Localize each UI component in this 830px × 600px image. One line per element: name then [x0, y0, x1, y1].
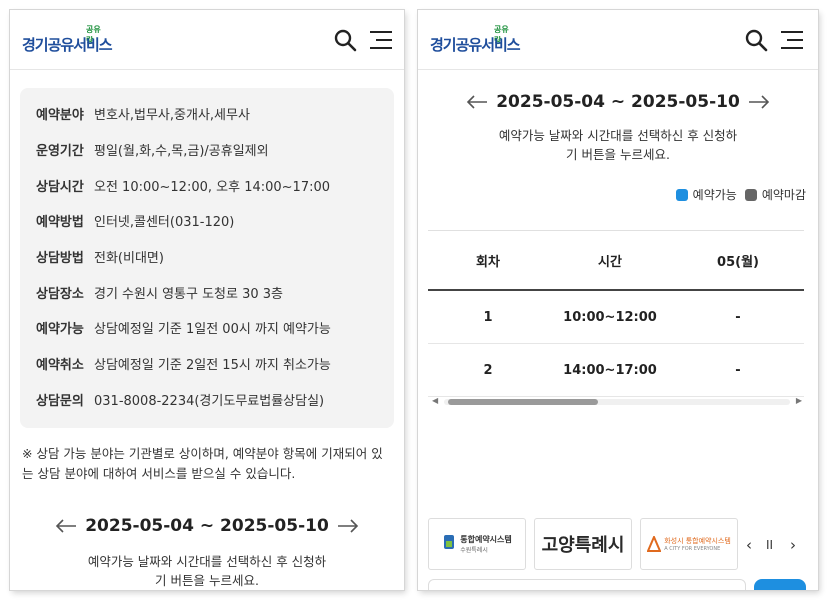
slot-cell[interactable]: -: [672, 363, 804, 378]
guide-line: 예약가능 날짜와 시간대를 선택하신 후 신청하: [498, 128, 738, 143]
info-row: 상담장소 경기 수원시 영통구 도청로 30 3층: [36, 274, 378, 310]
info-label: 예약취소: [36, 358, 84, 374]
week-navigator: 2025-05-04 ~ 2025-05-10: [418, 92, 818, 112]
info-row: 상담시간 오전 10:00~12:00, 오후 14:00~17:00: [36, 167, 378, 203]
scroll-left-icon[interactable]: ◀: [432, 396, 438, 405]
round-cell: 1: [483, 309, 493, 325]
status-legend: 예약가능 예약마감: [668, 186, 806, 203]
available-swatch: [675, 188, 688, 201]
banner-subtitle: A CITY FOR EVERYONE: [664, 546, 721, 552]
search-icon[interactable]: [744, 28, 768, 52]
info-row: 예약방법 인터넷,콜센터(031-120): [36, 203, 378, 239]
menu-icon[interactable]: [368, 29, 394, 51]
bottom-action-button[interactable]: [754, 579, 806, 590]
info-row: 예약가능 상담예정일 기준 1일전 00시 까지 예약가능: [36, 310, 378, 346]
arrow-right-icon[interactable]: [748, 95, 770, 109]
guide-line: 기 버튼을 누르세요.: [155, 573, 259, 588]
arrow-left-icon[interactable]: [55, 519, 77, 533]
hwaseong-logo-icon: [647, 536, 662, 552]
site-logo[interactable]: 공유랑 경기공유서비스: [430, 25, 521, 54]
info-value: 평일(월,화,수,목,금)/공휴일제외: [94, 144, 269, 160]
menu-icon[interactable]: [779, 29, 805, 51]
suwon-logo-icon: [444, 535, 455, 549]
info-value: 오전 10:00~12:00, 오후 14:00~17:00: [94, 179, 331, 195]
scroll-right-icon[interactable]: ▶: [796, 396, 802, 405]
info-label: 상담방법: [36, 251, 84, 267]
related-sites-banner: 통합예약시스템 수원특례시 고양특례시 화성시 통합예약시스템 A CITY F…: [428, 518, 814, 572]
info-value: 경기 수원시 영통구 도청로 30 3층: [94, 286, 283, 302]
banner-goyang[interactable]: 고양특례시: [534, 518, 632, 570]
time-cell: 14:00~17:00: [563, 362, 657, 378]
info-label: 운영기간: [36, 144, 84, 160]
info-value: 상담예정일 기준 2일전 15시 까지 취소가능: [94, 358, 331, 374]
info-label: 상담장소: [36, 286, 84, 302]
logo-text: 경기공유서비스: [430, 36, 521, 54]
guide-line: 기 버튼을 누르세요.: [566, 147, 670, 162]
info-label: 예약분야: [36, 108, 84, 124]
round-cell: 2: [483, 362, 493, 378]
legend-label: 예약가능: [692, 188, 737, 202]
info-value: 전화(비대면): [94, 251, 164, 267]
info-row: 예약분야 변호사,법무사,중개사,세무사: [36, 96, 378, 132]
banner-suwon[interactable]: 통합예약시스템 수원특례시: [428, 518, 526, 570]
selection-guide: 예약가능 날짜와 시간대를 선택하신 후 신청하 기 버튼을 누르세요.: [10, 552, 404, 590]
banner-title: 고양특례시: [541, 535, 625, 556]
notice-text: ※ 상담 가능 분야는 기관별로 상이하며, 예약분야 항목에 기재되어 있는 …: [22, 446, 383, 481]
arrow-right-icon[interactable]: [337, 519, 359, 533]
left-page: 공유랑 경기공유서비스 예약분야 변호사,법무사,중개사,세무사 운영기간 평일(월…: [10, 10, 404, 590]
banner-prev-button[interactable]: ‹: [746, 536, 752, 554]
banner-title: 화성시 통합예약시스템: [664, 537, 731, 545]
info-label: 상담시간: [36, 179, 84, 195]
guide-line: 예약가능 날짜와 시간대를 선택하신 후 신청하: [87, 554, 327, 569]
info-label: 상담문의: [36, 393, 84, 409]
banner-next-button[interactable]: ›: [790, 536, 796, 554]
site-header: 공유랑 경기공유서비스: [418, 10, 818, 70]
time-cell: 10:00~12:00: [563, 309, 657, 325]
week-range: 2025-05-04 ~ 2025-05-10: [85, 516, 329, 536]
scroll-thumb[interactable]: [448, 399, 598, 405]
search-icon[interactable]: [333, 28, 357, 52]
schedule-table: 회차 시간 05(월) 1 10:00~12:00 - 2 14:00~17:0…: [428, 230, 804, 397]
banner-title: 통합예약시스템: [460, 535, 512, 544]
table-horizontal-scrollbar[interactable]: ◀ ▶: [432, 396, 802, 408]
slot-cell[interactable]: -: [672, 310, 804, 325]
table-row: 1 10:00~12:00 -: [428, 291, 804, 344]
table-header: 회차 시간 05(월): [428, 231, 804, 291]
info-label: 예약가능: [36, 322, 84, 338]
info-label: 예약방법: [36, 215, 84, 231]
banner-subtitle: 수원특례시: [460, 547, 488, 554]
banner-pause-button[interactable]: II: [766, 538, 773, 552]
closed-swatch: [744, 188, 757, 201]
logo-text: 경기공유서비스: [22, 36, 113, 54]
site-logo[interactable]: 공유랑 경기공유서비스: [22, 25, 113, 54]
right-page: 공유랑 경기공유서비스 2025-05-04 ~ 2025-05-10 예약가능…: [418, 10, 818, 590]
legend-available: 예약가능: [675, 186, 737, 203]
table-row: 2 14:00~17:00 -: [428, 344, 804, 397]
info-row: 상담문의 031-8008-2234(경기도무료법률상담실): [36, 382, 378, 418]
selection-guide: 예약가능 날짜와 시간대를 선택하신 후 신청하 기 버튼을 누르세요.: [418, 126, 818, 164]
bottom-select-box[interactable]: [428, 579, 746, 590]
banner-hwaseong[interactable]: 화성시 통합예약시스템 A CITY FOR EVERYONE: [640, 518, 738, 570]
arrow-left-icon[interactable]: [466, 95, 488, 109]
service-info-box: 예약분야 변호사,법무사,중개사,세무사 운영기간 평일(월,화,수,목,금)/공휴…: [20, 88, 394, 428]
col-round-header: 회차: [476, 254, 500, 270]
info-value: 인터넷,콜센터(031-120): [94, 215, 235, 231]
site-header: 공유랑 경기공유서비스: [10, 10, 404, 70]
info-row: 상담방법 전화(비대면): [36, 239, 378, 275]
week-navigator: 2025-05-04 ~ 2025-05-10: [10, 516, 404, 536]
legend-label: 예약마감: [761, 188, 806, 202]
info-row: 운영기간 평일(월,화,수,목,금)/공휴일제외: [36, 132, 378, 168]
info-value: 상담예정일 기준 1일전 00시 까지 예약가능: [94, 322, 331, 338]
legend-closed: 예약마감: [744, 186, 806, 203]
info-row: 예약취소 상담예정일 기준 2일전 15시 까지 취소가능: [36, 346, 378, 382]
info-value: 변호사,법무사,중개사,세무사: [94, 108, 250, 124]
col-time-header: 시간: [598, 254, 622, 270]
col-day-header: 05(월): [717, 254, 759, 270]
week-range: 2025-05-04 ~ 2025-05-10: [496, 92, 740, 112]
info-value: 031-8008-2234(경기도무료법률상담실): [94, 393, 325, 409]
